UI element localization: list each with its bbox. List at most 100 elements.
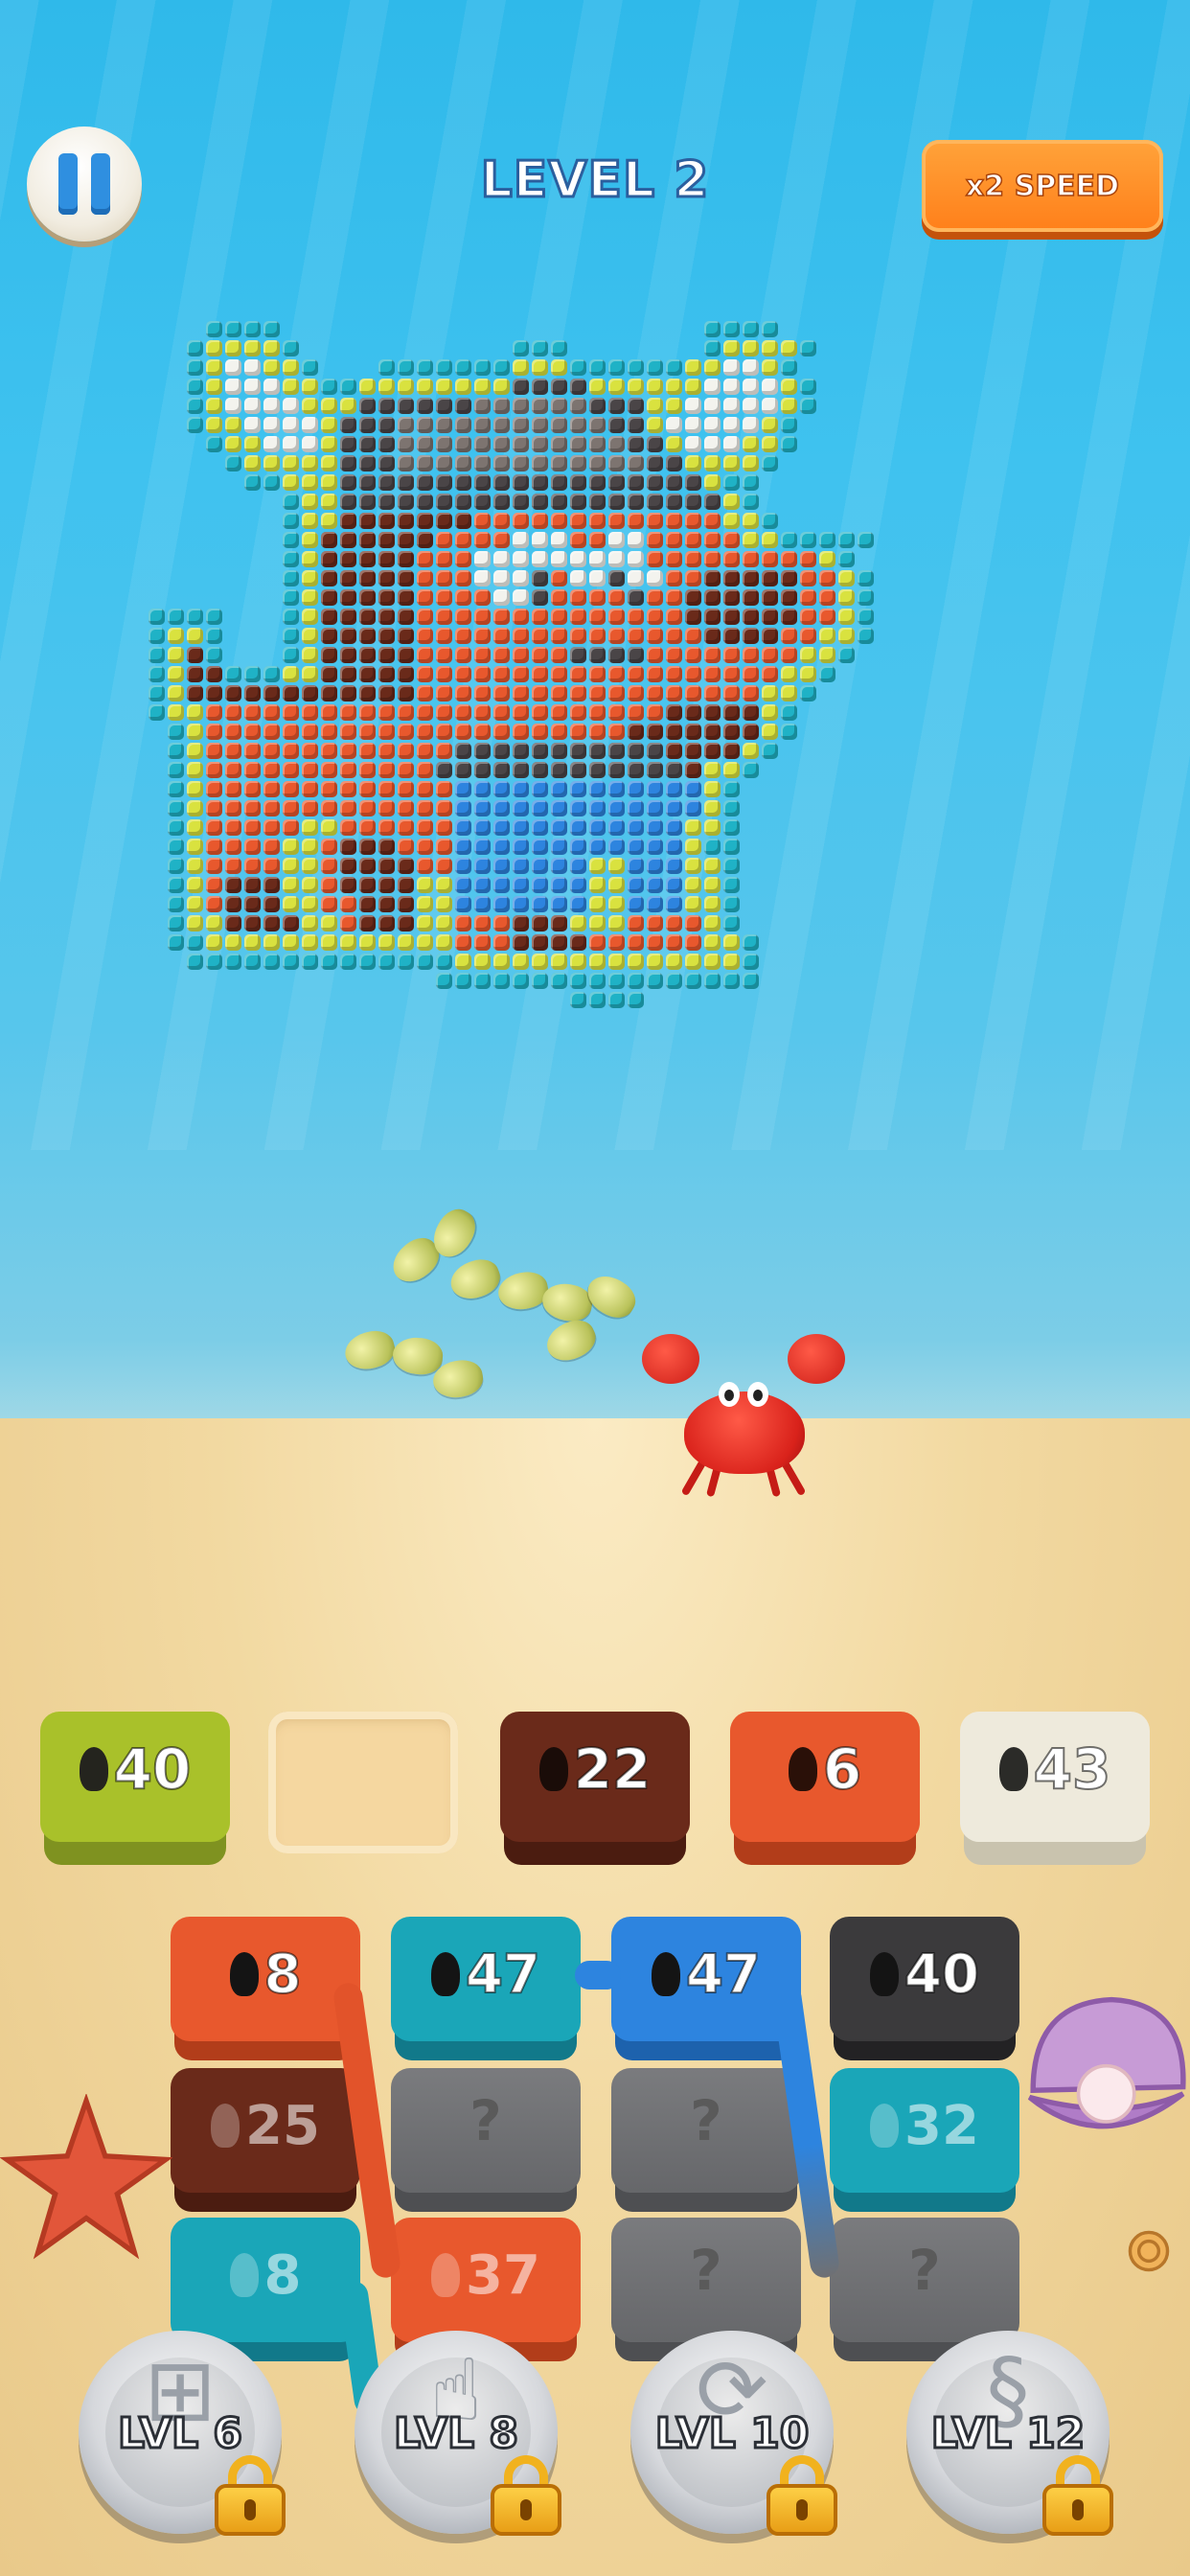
bead: [493, 781, 510, 797]
bead: [685, 455, 701, 472]
bead: [340, 474, 356, 491]
bead: [513, 704, 529, 721]
bead: [417, 647, 433, 663]
bead: [436, 800, 452, 816]
thread-spool-icon: [229, 2253, 259, 2297]
spool-slot-5[interactable]: 43: [960, 1712, 1150, 1869]
bead: [532, 934, 548, 951]
spool-tile[interactable]: 37: [391, 2218, 581, 2361]
bead: [398, 359, 414, 376]
bead: [723, 398, 740, 414]
bead: [493, 417, 510, 433]
bead: [417, 532, 433, 548]
bead: [570, 455, 586, 472]
bead: [398, 513, 414, 529]
bead: [321, 494, 337, 510]
bead: [570, 685, 586, 702]
bead: [628, 609, 644, 625]
bead: [743, 513, 759, 529]
bead: [551, 494, 567, 510]
spool-slot-empty[interactable]: [268, 1712, 458, 1869]
booster-button[interactable]: ⟳ LVL 10: [630, 2331, 837, 2536]
pause-button[interactable]: [27, 126, 142, 242]
bead: [417, 839, 433, 855]
spool-slot-4[interactable]: 6: [730, 1712, 920, 1869]
bead: [513, 513, 529, 529]
hidden-spool-tile[interactable]: ?: [391, 2068, 581, 2212]
bead: [723, 513, 740, 529]
spool-tile[interactable]: 47: [391, 1917, 581, 2060]
spool-slot-1[interactable]: 40: [40, 1712, 230, 1869]
bead: [206, 398, 222, 414]
bead: [302, 954, 318, 970]
bead: [762, 359, 778, 376]
spool-tile[interactable]: 8: [171, 1917, 360, 2060]
bead: [513, 417, 529, 433]
bead: [244, 359, 261, 376]
bead: [378, 915, 395, 932]
bead: [532, 800, 548, 816]
booster-label: LVL 6: [116, 2408, 243, 2460]
bead: [685, 532, 701, 548]
bead: [340, 877, 356, 893]
bead: [474, 589, 491, 606]
spool-tile[interactable]: 40: [830, 1917, 1019, 2060]
bead: [206, 379, 222, 395]
thread-spool-icon: [788, 1747, 817, 1791]
bead: [570, 628, 586, 644]
bead: [493, 609, 510, 625]
bead: [244, 954, 261, 970]
bead: [589, 359, 606, 376]
bead: [398, 877, 414, 893]
bead: [321, 685, 337, 702]
bead: [436, 839, 452, 855]
speed-button[interactable]: x2 SPEED: [922, 140, 1163, 232]
bead: [647, 896, 663, 912]
bead: [187, 858, 203, 874]
padlock-icon: [491, 2455, 561, 2536]
bead: [302, 800, 318, 816]
bead: [743, 628, 759, 644]
hidden-spool-tile[interactable]: ?: [611, 2218, 801, 2361]
bead: [781, 647, 797, 663]
bead: [302, 570, 318, 586]
spool-slot-3[interactable]: 22: [500, 1712, 690, 1869]
bead: [378, 628, 395, 644]
bead: [321, 858, 337, 874]
bead: [359, 628, 376, 644]
bead: [704, 666, 721, 682]
bead: [187, 704, 203, 721]
bead: [647, 398, 663, 414]
spool-tile[interactable]: 32: [830, 2068, 1019, 2212]
booster-button[interactable]: ☝ LVL 8: [355, 2331, 561, 2536]
bead: [743, 973, 759, 989]
bead: [359, 398, 376, 414]
bead: [168, 934, 184, 951]
bead: [436, 436, 452, 452]
bead: [493, 896, 510, 912]
bead: [168, 609, 184, 625]
bead: [302, 724, 318, 740]
bead: [685, 896, 701, 912]
booster-button[interactable]: § LVL 12: [906, 2331, 1113, 2536]
thread-spool-icon: [538, 1747, 568, 1791]
bead: [647, 877, 663, 893]
booster-button[interactable]: ⊞ LVL 6: [79, 2331, 286, 2536]
bead: [551, 819, 567, 836]
bead: [628, 781, 644, 797]
hidden-spool-tile[interactable]: ?: [611, 2068, 801, 2212]
bead: [628, 666, 644, 682]
bead: [263, 781, 280, 797]
bead: [762, 551, 778, 567]
spool-tile[interactable]: 25: [171, 2068, 360, 2212]
bead: [340, 513, 356, 529]
spool-tile[interactable]: 47: [611, 1917, 801, 2060]
bead: [628, 398, 644, 414]
bead: [283, 666, 299, 682]
bead: [474, 973, 491, 989]
bead: [168, 839, 184, 855]
bead: [589, 379, 606, 395]
bead: [340, 551, 356, 567]
bead: [743, 609, 759, 625]
bead: [359, 877, 376, 893]
